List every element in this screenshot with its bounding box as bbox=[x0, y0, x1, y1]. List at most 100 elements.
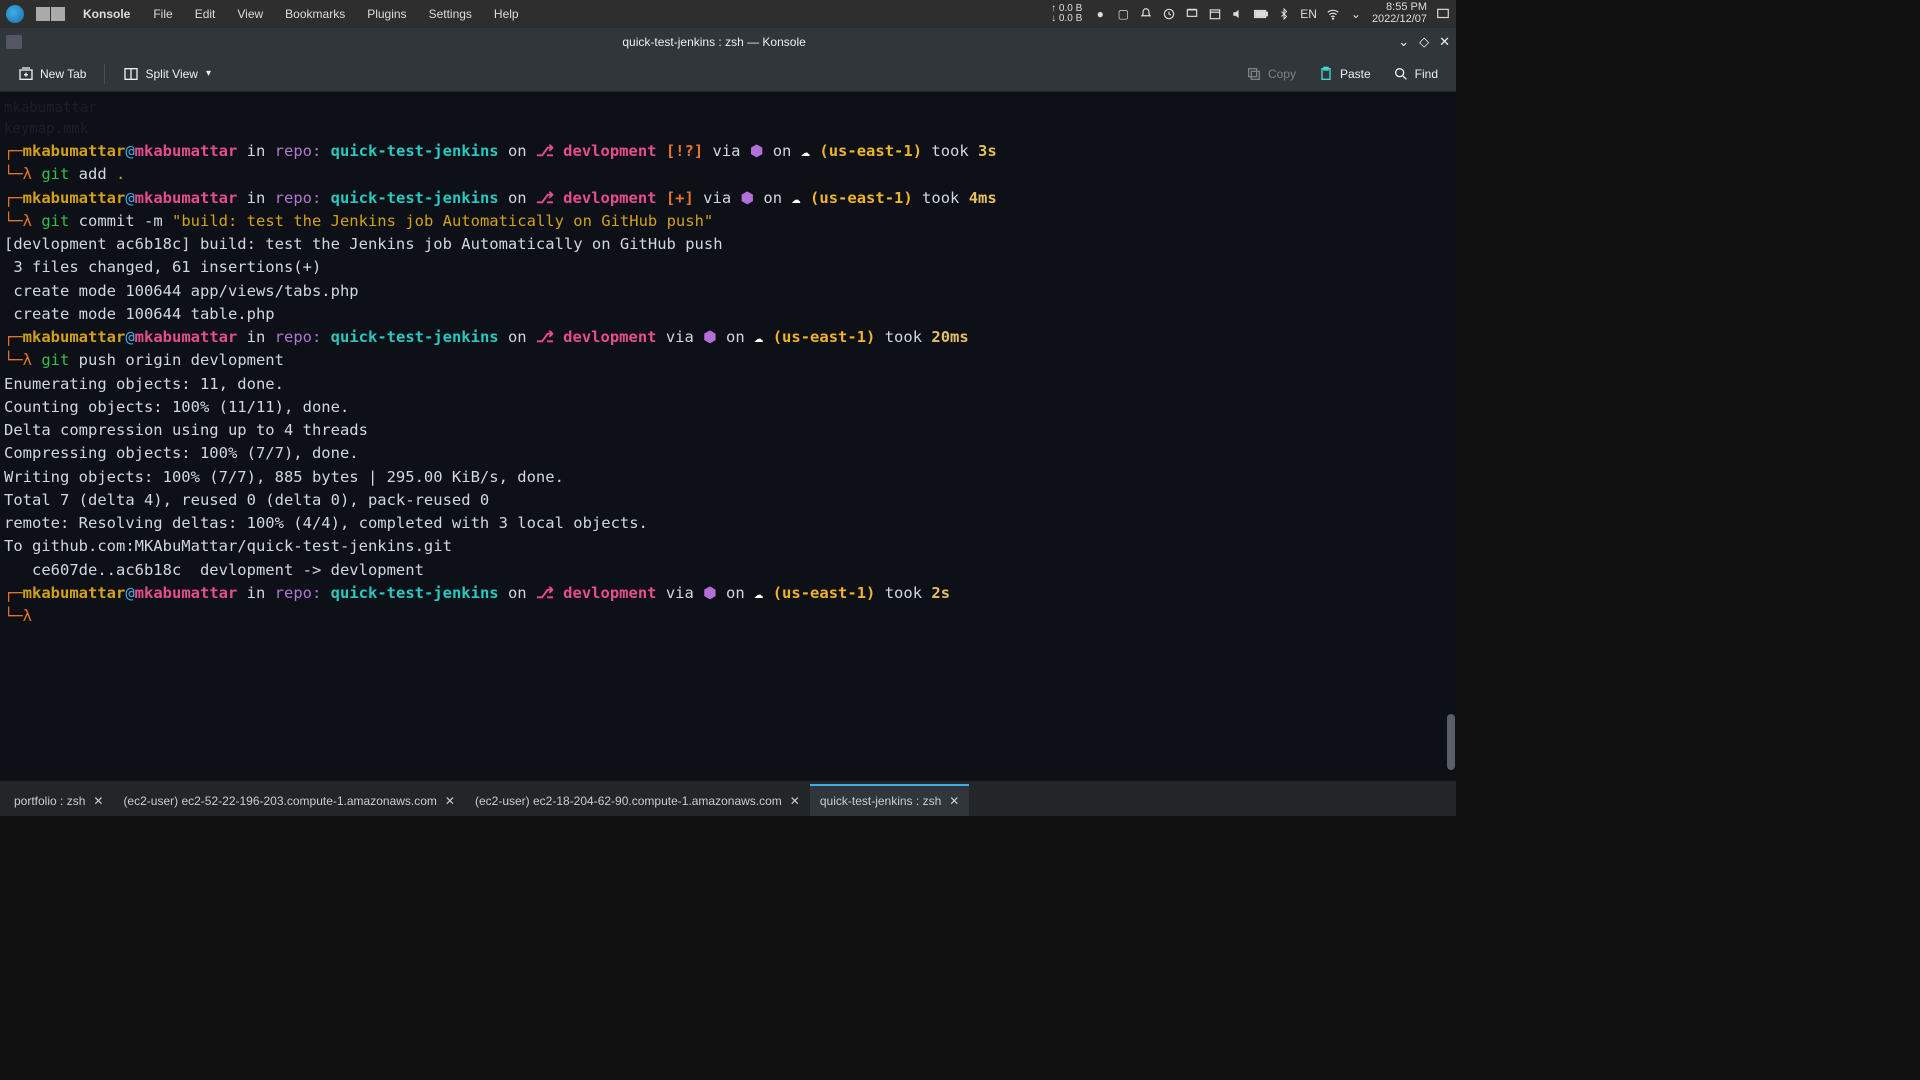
close-icon[interactable]: ✕ bbox=[445, 794, 455, 808]
status-dot-icon[interactable]: ● bbox=[1093, 7, 1107, 21]
command-args: add bbox=[69, 165, 116, 183]
battery-icon[interactable] bbox=[1254, 7, 1268, 21]
prompt-aws-region: (us-east-1) bbox=[763, 584, 875, 602]
app-launcher-icon[interactable] bbox=[6, 5, 24, 23]
notifications-icon[interactable] bbox=[1139, 7, 1153, 21]
menu-plugins[interactable]: Plugins bbox=[360, 7, 413, 21]
clock[interactable]: 8:55 PM 2022/12/07 bbox=[1372, 2, 1427, 25]
terminal-line: remote: Resolving deltas: 100% (4/4), co… bbox=[4, 512, 1452, 535]
menu-bookmarks[interactable]: Bookmarks bbox=[278, 7, 352, 21]
prompt-at: @ bbox=[125, 142, 134, 160]
output-line: remote: Resolving deltas: 100% (4/4), co… bbox=[4, 514, 648, 532]
prompt-at: @ bbox=[125, 584, 134, 602]
find-button[interactable]: Find bbox=[1385, 62, 1446, 86]
prompt-branch: devlopment bbox=[554, 584, 657, 602]
close-icon[interactable]: ✕ bbox=[790, 794, 800, 808]
window-titlebar: quick-test-jenkins : zsh — Konsole ⌄ ◇ ✕ bbox=[0, 28, 1456, 56]
command-string: "build: test the Jenkins job Automatical… bbox=[172, 212, 713, 230]
prompt-corner-icon: └─ bbox=[4, 165, 23, 183]
output-line: create mode 100644 table.php bbox=[4, 305, 275, 323]
scrollbar[interactable] bbox=[1446, 92, 1456, 780]
terminal-tab[interactable]: portfolio : zsh✕ bbox=[4, 784, 113, 816]
command-args: commit -m bbox=[69, 212, 172, 230]
git-branch-icon: ⎇ bbox=[536, 142, 554, 160]
tab-label: (ec2-user) ec2-18-204-62-90.compute-1.am… bbox=[475, 794, 782, 808]
terminal-tab[interactable]: (ec2-user) ec2-52-22-196-203.compute-1.a… bbox=[113, 784, 465, 816]
maximize-button[interactable]: ◇ bbox=[1419, 34, 1429, 50]
chevron-down-icon[interactable]: ⌄ bbox=[1349, 7, 1363, 21]
split-view-label: Split View bbox=[145, 67, 197, 81]
terminal-tab[interactable]: quick-test-jenkins : zsh ✕ bbox=[810, 784, 969, 816]
network-stats: ↑ 0.0 B ↓ 0.0 B bbox=[1051, 4, 1082, 25]
chevron-down-icon: ▾ bbox=[206, 68, 211, 79]
bluetooth-icon[interactable] bbox=[1277, 7, 1291, 21]
menu-edit[interactable]: Edit bbox=[188, 7, 223, 21]
wifi-icon[interactable] bbox=[1326, 7, 1340, 21]
runtime-icon: ⬢ bbox=[703, 584, 717, 602]
prompt-repo: quick-test-jenkins bbox=[321, 189, 498, 207]
menu-settings[interactable]: Settings bbox=[422, 7, 479, 21]
scrollbar-thumb[interactable] bbox=[1447, 714, 1455, 770]
output-line: ce607de..ac6b18c devlopment -> devlopmen… bbox=[4, 561, 424, 579]
copy-button[interactable]: Copy bbox=[1238, 62, 1304, 86]
volume-icon[interactable] bbox=[1231, 7, 1245, 21]
output-line: [devlopment ac6b18c] build: test the Jen… bbox=[4, 235, 723, 253]
prompt-user: mkabumattar bbox=[23, 584, 126, 602]
calendar-icon[interactable] bbox=[1208, 7, 1222, 21]
output-line: Delta compression using up to 4 threads bbox=[4, 421, 368, 439]
show-desktop-icon[interactable] bbox=[1436, 7, 1450, 21]
terminal-line: ce607de..ac6b18c devlopment -> devlopmen… bbox=[4, 559, 1452, 582]
window-title: quick-test-jenkins : zsh — Konsole bbox=[30, 35, 1398, 49]
panel-left: Konsole File Edit View Bookmarks Plugins… bbox=[6, 5, 526, 23]
menu-file[interactable]: File bbox=[146, 7, 179, 21]
updates-icon[interactable] bbox=[1162, 7, 1176, 21]
prompt-took: 20ms bbox=[931, 328, 968, 346]
menu-view[interactable]: View bbox=[230, 7, 270, 21]
terminal-line: 3 files changed, 61 insertions(+) bbox=[4, 256, 1452, 279]
paste-label: Paste bbox=[1340, 67, 1371, 81]
terminal-line: Total 7 (delta 4), reused 0 (delta 0), p… bbox=[4, 489, 1452, 512]
prompt-branch: devlopment bbox=[554, 189, 657, 207]
system-tray: ↑ 0.0 B ↓ 0.0 B ● ▢ EN ⌄ 8:55 PM 2022/12… bbox=[1051, 2, 1450, 25]
output-line: Writing objects: 100% (7/7), 885 bytes |… bbox=[4, 468, 564, 486]
task-switcher[interactable] bbox=[36, 7, 65, 21]
terminal-line: ┌─mkabumattar@mkabumattar in repo: quick… bbox=[4, 582, 1452, 605]
close-button[interactable]: ✕ bbox=[1439, 34, 1450, 50]
close-icon[interactable]: ✕ bbox=[949, 794, 959, 808]
tab-label: quick-test-jenkins : zsh bbox=[820, 794, 941, 808]
prompt-repo: quick-test-jenkins bbox=[321, 328, 498, 346]
close-icon[interactable]: ✕ bbox=[93, 794, 103, 808]
paste-button[interactable]: Paste bbox=[1310, 62, 1379, 86]
split-view-button[interactable]: Split View ▾ bbox=[115, 62, 219, 86]
find-label: Find bbox=[1415, 67, 1438, 81]
tab-bar: portfolio : zsh✕(ec2-user) ec2-52-22-196… bbox=[0, 780, 1456, 816]
prompt-host: mkabumattar bbox=[135, 584, 238, 602]
prompt-repo-label: repo: bbox=[275, 328, 322, 346]
minimize-button[interactable]: ⌄ bbox=[1398, 34, 1409, 50]
terminal-line: Compressing objects: 100% (7/7), done. bbox=[4, 442, 1452, 465]
prompt-corner-icon: └─ bbox=[4, 607, 23, 625]
presentation-icon[interactable] bbox=[1185, 7, 1199, 21]
new-tab-button[interactable]: New Tab bbox=[10, 62, 94, 86]
menu-help[interactable]: Help bbox=[487, 7, 526, 21]
terminal-tab[interactable]: (ec2-user) ec2-18-204-62-90.compute-1.am… bbox=[465, 784, 810, 816]
split-view-icon bbox=[123, 66, 139, 82]
terminal-line: ┌─mkabumattar@mkabumattar in repo: quick… bbox=[4, 326, 1452, 349]
command-git: git bbox=[41, 351, 69, 369]
output-line: Counting objects: 100% (11/11), done. bbox=[4, 398, 349, 416]
terminal-viewport[interactable]: mkabumattar keymap.mmk ┌─mkabumattar@mka… bbox=[0, 92, 1456, 780]
faded-text: mkabumattar bbox=[4, 98, 1452, 119]
new-tab-icon bbox=[18, 66, 34, 82]
output-line: Compressing objects: 100% (7/7), done. bbox=[4, 444, 359, 462]
runtime-icon: ⬢ bbox=[741, 189, 755, 207]
cloud-icon: ☁ bbox=[791, 189, 800, 207]
terminal-line: create mode 100644 app/views/tabs.php bbox=[4, 280, 1452, 303]
clipboard-icon[interactable]: ▢ bbox=[1116, 7, 1130, 21]
prompt-repo: quick-test-jenkins bbox=[321, 584, 498, 602]
output-line: create mode 100644 app/views/tabs.php bbox=[4, 282, 359, 300]
keyboard-layout[interactable]: EN bbox=[1300, 7, 1317, 21]
prompt-host: mkabumattar bbox=[135, 142, 238, 160]
prompt-repo-label: repo: bbox=[275, 584, 322, 602]
command-string: . bbox=[116, 165, 125, 183]
terminal-icon bbox=[6, 35, 22, 49]
